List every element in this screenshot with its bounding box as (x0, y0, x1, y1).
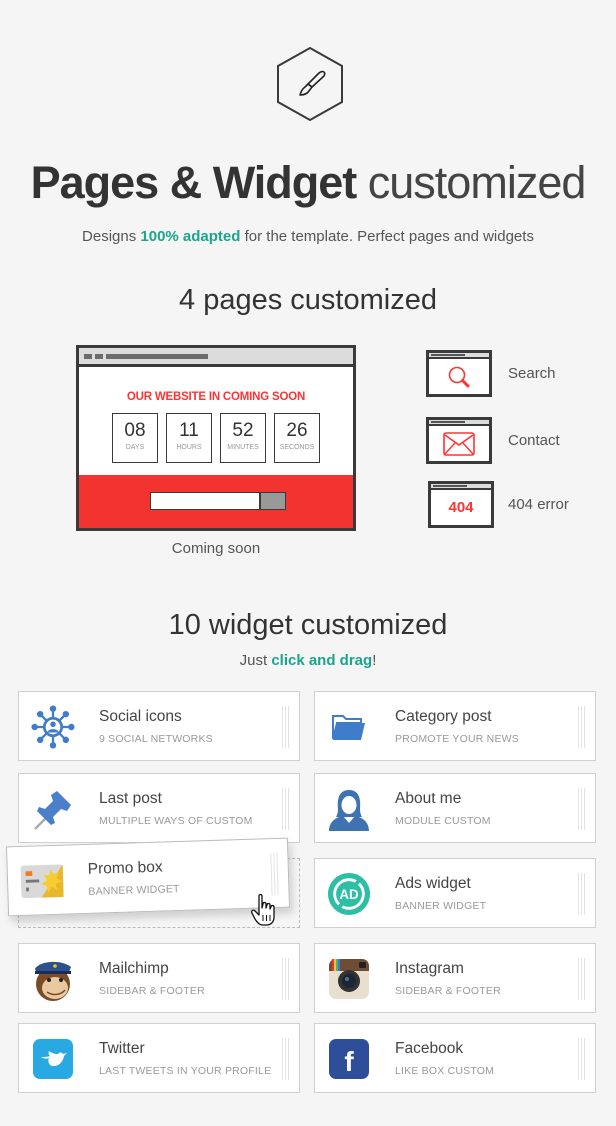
widget-desc: BANNER WIDGET (395, 900, 487, 912)
widget-name: Category post (395, 708, 492, 725)
widget-card-social-icons[interactable]: Social icons 9 SOCIAL NETWORKS (18, 691, 300, 761)
countdown-label: MINUTES (227, 444, 259, 451)
hint-prefix: Just (239, 652, 272, 669)
countdown-days: 08 DAYS (112, 413, 158, 463)
widget-name: Instagram (395, 960, 464, 977)
widget-desc: SIDEBAR & FOOTER (395, 985, 501, 997)
mailchimp-icon (35, 961, 71, 1001)
page-title: Pages & Widget customized (0, 157, 616, 209)
error-page-mockup: 404 (428, 481, 494, 528)
search-page-mockup (426, 350, 492, 397)
widget-desc: LIKE BOX CUSTOM (395, 1065, 495, 1077)
countdown-value: 08 (124, 420, 146, 441)
drag-handle[interactable] (270, 852, 279, 896)
contact-page-mockup (426, 417, 492, 464)
widget-desc: 9 SOCIAL NETWORKS (99, 733, 213, 745)
drag-handle[interactable] (578, 873, 585, 915)
widget-name: Promo box (87, 858, 163, 878)
hint-accent: click and drag (271, 652, 373, 669)
countdown-minutes: 52 MINUTES (220, 413, 266, 463)
drag-hint: Just click and drag! (0, 652, 616, 669)
browser-bar (79, 348, 353, 367)
widget-card-promo-box[interactable]: Promo box BANNER WIDGET (5, 837, 291, 917)
widget-name: Twitter (99, 1040, 145, 1057)
coming-soon-caption: Coming soon (171, 540, 261, 557)
widgets-heading: 10 widget customized (168, 609, 448, 641)
widget-name: Facebook (395, 1040, 464, 1057)
twitter-icon (33, 1039, 73, 1079)
hint-suffix: ! (372, 652, 377, 669)
widget-desc: LAST TWEETS IN YOUR PROFILE (99, 1065, 272, 1077)
widget-card-instagram[interactable]: Instagram SIDEBAR & FOOTER (314, 943, 596, 1013)
search-page-label: Search (508, 365, 556, 382)
subtitle-suffix: for the template. Perfect pages and widg… (240, 228, 534, 245)
subscribe-input-mock (150, 492, 260, 510)
drag-handle[interactable] (578, 958, 585, 1000)
countdown-value: 11 (179, 420, 199, 441)
drag-handle[interactable] (282, 1038, 289, 1080)
subtitle-prefix: Designs (82, 228, 141, 245)
drag-handle[interactable] (282, 706, 289, 748)
widget-desc: MULTIPLE WAYS OF CUSTOM (99, 815, 253, 827)
widget-name: About me (395, 790, 462, 807)
widget-card-facebook[interactable]: f Facebook LIKE BOX CUSTOM (314, 1023, 596, 1093)
drag-handle[interactable] (578, 788, 585, 830)
widget-card-mailchimp[interactable]: Mailchimp SIDEBAR & FOOTER (18, 943, 300, 1013)
drag-handle[interactable] (282, 958, 289, 1000)
countdown-value: 52 (232, 420, 254, 441)
folder-icon (332, 715, 365, 740)
title-bold: Pages & Widget (30, 157, 358, 208)
drag-handle[interactable] (282, 788, 289, 830)
title-light: customized (367, 157, 587, 208)
pages-heading: 4 pages customized (179, 284, 437, 316)
widget-desc: PROMOTE YOUR NEWS (395, 733, 519, 745)
widget-desc: BANNER WIDGET (88, 883, 180, 898)
countdown-label: HOURS (176, 444, 202, 451)
countdown-label: SECONDS (279, 444, 315, 451)
widget-card-ads-widget[interactable]: AD Ads widget BANNER WIDGET (314, 858, 596, 928)
coming-soon-mockup: OUR WEBSITE IN COMING SOON 08 DAYS 11 HOUR… (76, 345, 356, 531)
widget-desc: SIDEBAR & FOOTER (99, 985, 205, 997)
subscribe-button-mock (260, 492, 286, 510)
widget-card-last-post[interactable]: Last post MULTIPLE WAYS OF CUSTOM (18, 773, 300, 843)
hand-cursor-icon (251, 893, 275, 926)
countdown-hours: 11 HOURS (166, 413, 212, 463)
countdown-label: DAYS (125, 444, 145, 451)
drag-handle[interactable] (578, 706, 585, 748)
subtitle: Designs 100% adapted for the template. P… (0, 228, 616, 245)
instagram-icon (329, 959, 369, 999)
countdown-value: 26 (286, 420, 308, 441)
countdown-seconds: 26 SECONDS (274, 413, 320, 463)
widget-card-twitter[interactable]: Twitter LAST TWEETS IN YOUR PROFILE (18, 1023, 300, 1093)
widget-card-about-me[interactable]: About me MODULE CUSTOM (314, 773, 596, 843)
ad-badge-icon: AD (327, 872, 371, 916)
envelope-icon (443, 431, 475, 456)
widget-name: Last post (99, 790, 162, 807)
user-female-icon (329, 790, 369, 831)
paintbrush-icon (277, 46, 343, 122)
widget-desc: MODULE CUSTOM (395, 815, 491, 827)
widget-name: Ads widget (395, 875, 471, 892)
promo-card-icon (20, 864, 64, 899)
countdown: 08 DAYS 11 HOURS 52 MINUTES 26 SECONDS (79, 413, 353, 463)
error-404-text: 404 (448, 499, 474, 516)
social-network-icon (31, 705, 75, 749)
error-page-label: 404 error (508, 496, 569, 513)
subscribe-band (79, 475, 353, 528)
widget-card-category-post[interactable]: Category post PROMOTE YOUR NEWS (314, 691, 596, 761)
widget-name: Social icons (99, 708, 182, 725)
drag-handle[interactable] (578, 1038, 585, 1080)
pushpin-icon (34, 791, 71, 830)
svg-text:f: f (344, 1046, 354, 1077)
facebook-icon: f (329, 1039, 369, 1079)
coming-soon-headline: OUR WEBSITE IN COMING SOON (126, 391, 306, 403)
contact-page-label: Contact (508, 432, 560, 449)
search-icon (448, 366, 470, 387)
svg-text:AD: AD (339, 887, 359, 902)
subtitle-accent: 100% adapted (140, 228, 241, 245)
widget-name: Mailchimp (99, 960, 169, 977)
